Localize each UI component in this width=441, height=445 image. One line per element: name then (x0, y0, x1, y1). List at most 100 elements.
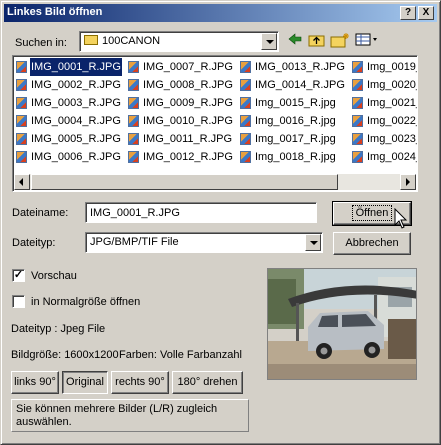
file-item[interactable]: Img_0017_R.jpg (239, 130, 351, 148)
file-column: IMG_0013_R.JPG IMG_0014_R.JPG Img_0015_R.j… (239, 58, 351, 173)
title-bar[interactable]: Linkes Bild öffnen ? X (4, 4, 437, 22)
file-name: Img_0019_ (367, 61, 418, 73)
image-file-icon (128, 61, 139, 73)
image-file-icon (128, 79, 139, 91)
filetype-combo[interactable]: JPG/BMP/TIF File (85, 232, 323, 253)
file-name: Img_0016_R.jpg (255, 115, 336, 127)
file-item[interactable]: IMG_0008_R.JPG (127, 76, 239, 94)
filename-input[interactable]: IMG_0001_R.JPG (85, 202, 317, 223)
image-file-icon (128, 133, 139, 145)
file-name: IMG_0012_R.JPG (143, 151, 233, 163)
rotate-right-button[interactable]: rechts 90° (111, 371, 169, 394)
filename-label: Dateiname: (12, 207, 69, 219)
new-folder-icon[interactable] (330, 32, 350, 50)
image-file-icon (16, 97, 27, 109)
image-file-icon (352, 97, 363, 109)
file-name: Img_0023_ (367, 133, 418, 145)
original-label: Original (66, 376, 104, 388)
scroll-thumb[interactable] (31, 174, 338, 190)
file-item[interactable]: IMG_0009_R.JPG (127, 94, 239, 112)
help-button[interactable]: ? (400, 6, 416, 20)
file-item[interactable]: IMG_0010_R.JPG (127, 112, 239, 130)
rotate-180-button[interactable]: 180° drehen (172, 371, 243, 394)
file-column: IMG_0001_R.JPG IMG_0002_R.JPG IMG_0003_R.J… (15, 57, 127, 173)
file-name: IMG_0009_R.JPG (143, 97, 233, 109)
file-name: IMG_0006_R.JPG (31, 151, 121, 163)
file-name: IMG_0014_R.JPG (255, 79, 345, 91)
mouse-pointer-icon (394, 208, 408, 229)
image-file-icon (16, 133, 27, 145)
view-menu-icon[interactable] (354, 32, 380, 50)
file-item[interactable]: Img_0016_R.jpg (239, 112, 351, 130)
file-item[interactable]: Img_0024_ (351, 148, 418, 166)
fullsize-label: in Normalgröße öffnen (31, 296, 141, 308)
file-column: IMG_0007_R.JPG IMG_0008_R.JPG IMG_0009_R.J… (127, 58, 239, 173)
image-file-icon (240, 133, 251, 145)
filetype-label: Dateityp: (12, 237, 56, 249)
filename-value: IMG_0001_R.JPG (90, 207, 180, 219)
file-item[interactable]: Img_0022_ (351, 112, 418, 130)
file-item[interactable]: IMG_0011_R.JPG (127, 130, 239, 148)
window-title: Linkes Bild öffnen (7, 6, 103, 18)
file-item[interactable]: IMG_0012_R.JPG (127, 148, 239, 166)
file-item[interactable]: Img_0020_ (351, 76, 417, 94)
file-name: Img_0017_R.jpg (255, 133, 336, 145)
file-name: IMG_0013_R.JPG (255, 61, 345, 73)
file-item[interactable]: IMG_0007_R.JPG (127, 58, 239, 76)
file-item[interactable]: Img_0018_R.jpg (239, 148, 351, 166)
image-file-icon (128, 115, 139, 127)
image-file-icon (352, 115, 363, 127)
image-file-icon (128, 97, 139, 109)
cancel-button[interactable]: Abbrechen (333, 232, 411, 255)
scroll-right-button[interactable] (400, 174, 416, 190)
file-name: IMG_0002_R.JPG (31, 79, 121, 91)
file-item[interactable]: IMG_0005_R.JPG (15, 130, 127, 148)
horizontal-scrollbar[interactable] (14, 174, 416, 190)
info-colors: Farben: Volle Farbanzahl (119, 349, 242, 361)
up-folder-icon[interactable] (307, 32, 327, 50)
image-file-icon (16, 151, 27, 163)
file-item[interactable]: IMG_0003_R.JPG (15, 94, 127, 112)
file-item[interactable]: Img_0015_R.jpg (239, 94, 351, 112)
file-name: Img_0018_R.jpg (255, 151, 336, 163)
file-name: IMG_0005_R.JPG (31, 133, 121, 145)
image-file-icon (352, 61, 363, 73)
filetype-dropdown-button[interactable] (305, 234, 321, 251)
file-name: Img_0021_ (367, 97, 418, 109)
file-item[interactable]: IMG_0013_R.JPG (239, 58, 351, 76)
file-item[interactable]: IMG_0004_R.JPG (15, 112, 127, 130)
image-file-icon (16, 61, 27, 73)
close-button[interactable]: X (418, 6, 434, 20)
lookin-combo[interactable]: 100CANON (79, 31, 279, 52)
open-file-dialog: Linkes Bild öffnen ? X Suchen in: 100CAN… (0, 0, 441, 445)
file-item[interactable]: IMG_0001_R.JPG (15, 57, 127, 77)
file-item[interactable]: IMG_0006_R.JPG (15, 148, 127, 166)
file-item[interactable]: IMG_0002_R.JPG (15, 76, 127, 94)
file-item[interactable]: Img_0021_ (351, 94, 418, 112)
image-file-icon (240, 115, 251, 127)
rotate-left-button[interactable]: links 90° (11, 371, 59, 394)
image-file-icon (352, 79, 363, 91)
fullsize-checkbox[interactable] (12, 295, 25, 308)
cancel-button-label: Abbrechen (345, 237, 399, 249)
image-file-icon (128, 151, 139, 163)
back-arrow-icon[interactable] (285, 32, 305, 50)
file-list[interactable]: IMG_0001_R.JPG IMG_0002_R.JPG IMG_0003_R.J… (12, 55, 418, 192)
file-name: IMG_0008_R.JPG (143, 79, 233, 91)
lookin-dropdown-button[interactable] (261, 33, 277, 50)
hint-text: Sie können mehrere Bilder (L/R) zugleich… (11, 399, 249, 432)
file-item[interactable]: Img_0023_ (351, 130, 418, 148)
lookin-value: 100CANON (102, 35, 161, 47)
file-name: Img_0022_ (367, 115, 418, 127)
preview-image (267, 268, 417, 380)
original-button[interactable]: Original (62, 371, 108, 394)
file-name: Img_0024_ (367, 151, 418, 163)
preview-checkbox[interactable]: ✓ (12, 269, 25, 282)
scroll-left-button[interactable] (14, 174, 30, 190)
file-item[interactable]: Img_0019_ (351, 58, 418, 76)
preview-label: Vorschau (31, 270, 77, 282)
file-item[interactable]: IMG_0014_R.JPG (239, 76, 351, 94)
open-button-label: Öffnen (351, 205, 393, 221)
rotate-right-label: rechts 90° (115, 376, 165, 388)
image-file-icon (240, 151, 251, 163)
